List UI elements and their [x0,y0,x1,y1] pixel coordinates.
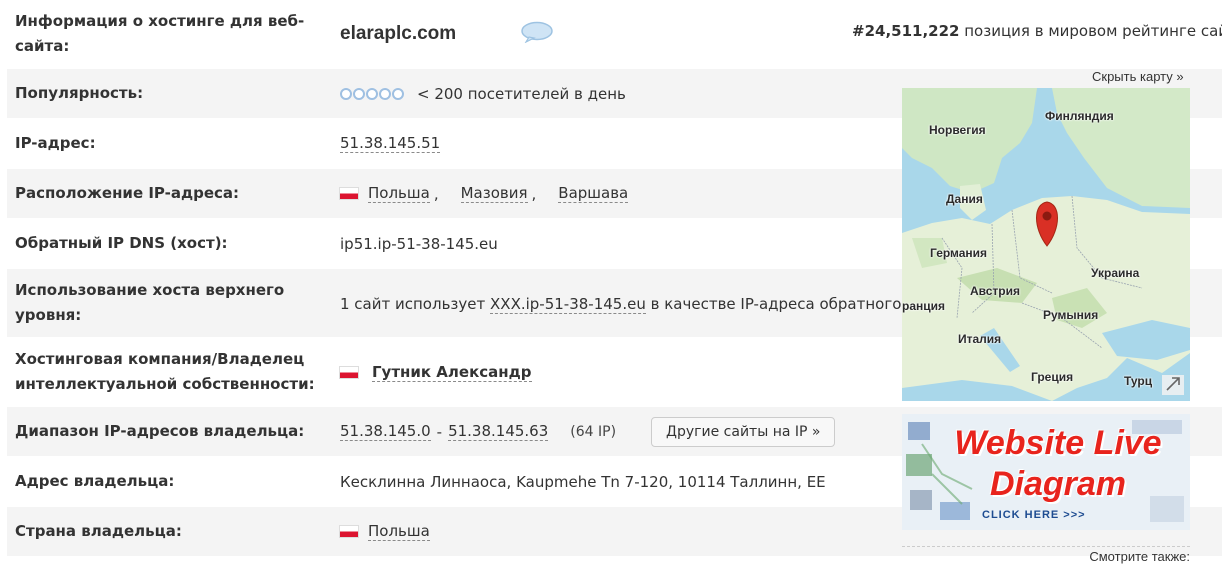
ip-range-label: Диапазон IP-адресов владельца: [15,422,305,440]
ip-address-link[interactable]: 51.38.145.51 [340,134,441,153]
see-also-heading: Смотрите также: [902,546,1190,564]
map-label-austria: Австрия [970,284,1021,298]
map-label-greece: Греция [1031,370,1074,384]
ip-range-dash: - [436,422,443,441]
ip-location-label: Расположение IP-адреса: [15,184,240,202]
world-rank: #24,511,222 позиция в мировом рейтинге с… [852,22,1222,40]
poland-flag-icon [340,366,358,378]
map-label-romania: Румыния [1043,308,1099,322]
expand-map-icon[interactable] [1162,375,1184,395]
map-label-turkey: Турц [1124,374,1153,388]
other-sites-on-ip-button[interactable]: Другие сайты на IP » [651,416,836,447]
location-city-link[interactable]: Варшава [558,184,629,203]
ip-range-count: (64 IP) [570,423,617,440]
owner-country-link[interactable]: Польша [368,522,430,541]
ad-title-line2: Diagram [989,465,1127,503]
domain-name: elaraplc.com [340,23,457,44]
top-level-host-label: Использование хоста верхнего уровня: [15,281,285,324]
hosting-info-label: Информация о хостинге для веб-сайта: [15,12,305,55]
map-label-germany: Германия [930,246,988,260]
map-label-finland: Финляндия [1045,109,1114,123]
reverse-dns-label: Обратный IP DNS (хост): [15,234,228,252]
rank-text: позиция в мировом рейтинге сай [964,22,1222,40]
website-live-diagram-ad[interactable]: Website Live Diagram CLICK HERE >>> [902,414,1190,530]
location-region-link[interactable]: Мазовия [460,184,528,203]
ip-range-end-link[interactable]: 51.38.145.63 [448,422,549,441]
location-map[interactable]: Норвегия Финляндия Дания Германия Украин… [902,88,1190,401]
poland-flag-icon [340,188,358,199]
location-country-link[interactable]: Польша [368,184,430,203]
map-label-france: ранция [902,299,946,313]
popularity-label: Популярность: [15,84,144,102]
comma-separator: , [433,184,439,203]
ad-click-here[interactable]: CLICK HERE >>> [982,509,1086,521]
hide-map-link[interactable]: Скрыть карту » [1092,69,1184,84]
owner-address-label: Адрес владельца: [15,472,175,490]
poland-flag-icon [340,526,358,537]
ip-range-start-link[interactable]: 51.38.145.0 [340,422,431,441]
hosting-company-link[interactable]: Гутник Александр [372,363,532,382]
top-host-prefix: 1 сайт использует [340,295,486,313]
popularity-text: < 200 посетителей в день [417,84,626,103]
row-hosting-info: Информация о хостинге для веб-сайта: ela… [7,0,1222,69]
rank-value: #24,511,222 [852,22,960,40]
comma-separator: , [531,184,537,203]
ad-title-line1: Website Live [954,424,1162,462]
owner-country-label: Страна владельца: [15,522,182,540]
map-label-ukraine: Украина [1091,266,1140,280]
map-label-norway: Норвегия [929,123,986,137]
speech-bubble-icon[interactable] [520,21,554,47]
popularity-dots-icon [340,87,405,100]
ip-address-label: IP-адрес: [15,134,96,152]
top-host-link[interactable]: XXX.ip-51-38-145.eu [490,295,646,314]
map-label-denmark: Дания [946,192,983,206]
top-host-suffix: в качестве IP-адреса обратного [650,295,902,313]
map-label-italy: Италия [958,332,1002,346]
hosting-company-label: Хостинговая компания/Владелец интеллекту… [15,350,315,393]
